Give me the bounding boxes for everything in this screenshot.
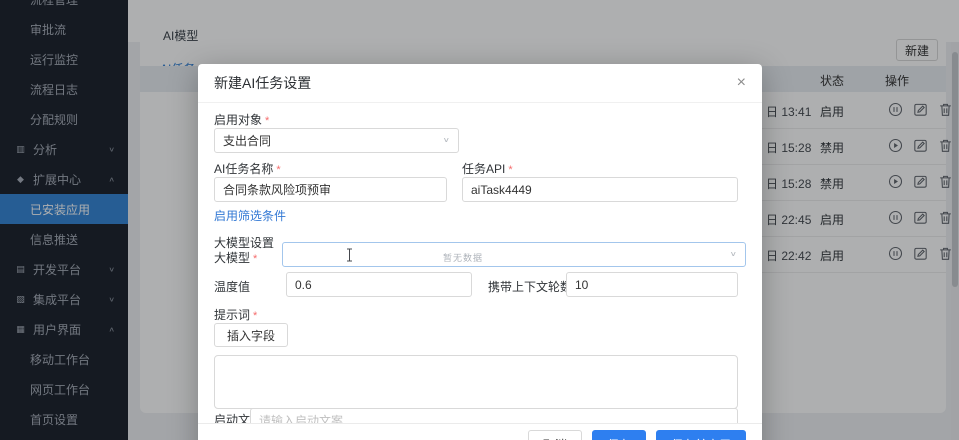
temperature-input[interactable] (286, 272, 472, 297)
dropdown-empty-text: 暂无数据 (443, 251, 483, 264)
context-rounds-input[interactable] (566, 272, 738, 297)
chevron-down-icon: ∨ (443, 137, 450, 145)
model-select[interactable]: 暂无数据 ∨ (282, 242, 746, 267)
modal-body: 启用对象 支出合同 ∨ AI任务名称 任务API 启用筛选条件 大模型设置 大模… (198, 103, 762, 423)
insert-field-button[interactable]: 插入字段 (214, 323, 288, 347)
enable-target-value: 支出合同 (223, 132, 271, 149)
close-icon[interactable]: × (737, 75, 746, 91)
modal-footer: 取消 保存 保存并启用 (198, 423, 762, 440)
enable-target-label: 启用对象 (214, 111, 269, 128)
new-ai-task-modal: 新建AI任务设置 × 启用对象 支出合同 ∨ AI任务名称 任务API 启用筛选… (198, 64, 762, 440)
modal-title: 新建AI任务设置 (214, 73, 311, 93)
save-and-enable-button[interactable]: 保存并启用 (656, 430, 746, 440)
enable-target-select[interactable]: 支出合同 ∨ (214, 128, 459, 153)
start-text-input[interactable] (250, 408, 738, 423)
task-api-input[interactable] (462, 177, 738, 202)
task-api-label: 任务API (462, 160, 513, 177)
model-label: 大模型 (214, 249, 257, 266)
prompt-label: 提示词 (214, 306, 257, 323)
task-name-input[interactable] (214, 177, 447, 202)
prompt-textarea[interactable] (214, 355, 738, 409)
text-cursor-icon (345, 248, 354, 265)
cancel-button[interactable]: 取消 (528, 430, 582, 440)
temperature-label: 温度值 (214, 278, 250, 295)
chevron-down-icon: ∨ (730, 251, 737, 259)
task-name-label: AI任务名称 (214, 160, 281, 177)
modal-header: 新建AI任务设置 × (198, 64, 762, 103)
save-button[interactable]: 保存 (592, 430, 646, 440)
enable-filter-link[interactable]: 启用筛选条件 (214, 207, 286, 224)
